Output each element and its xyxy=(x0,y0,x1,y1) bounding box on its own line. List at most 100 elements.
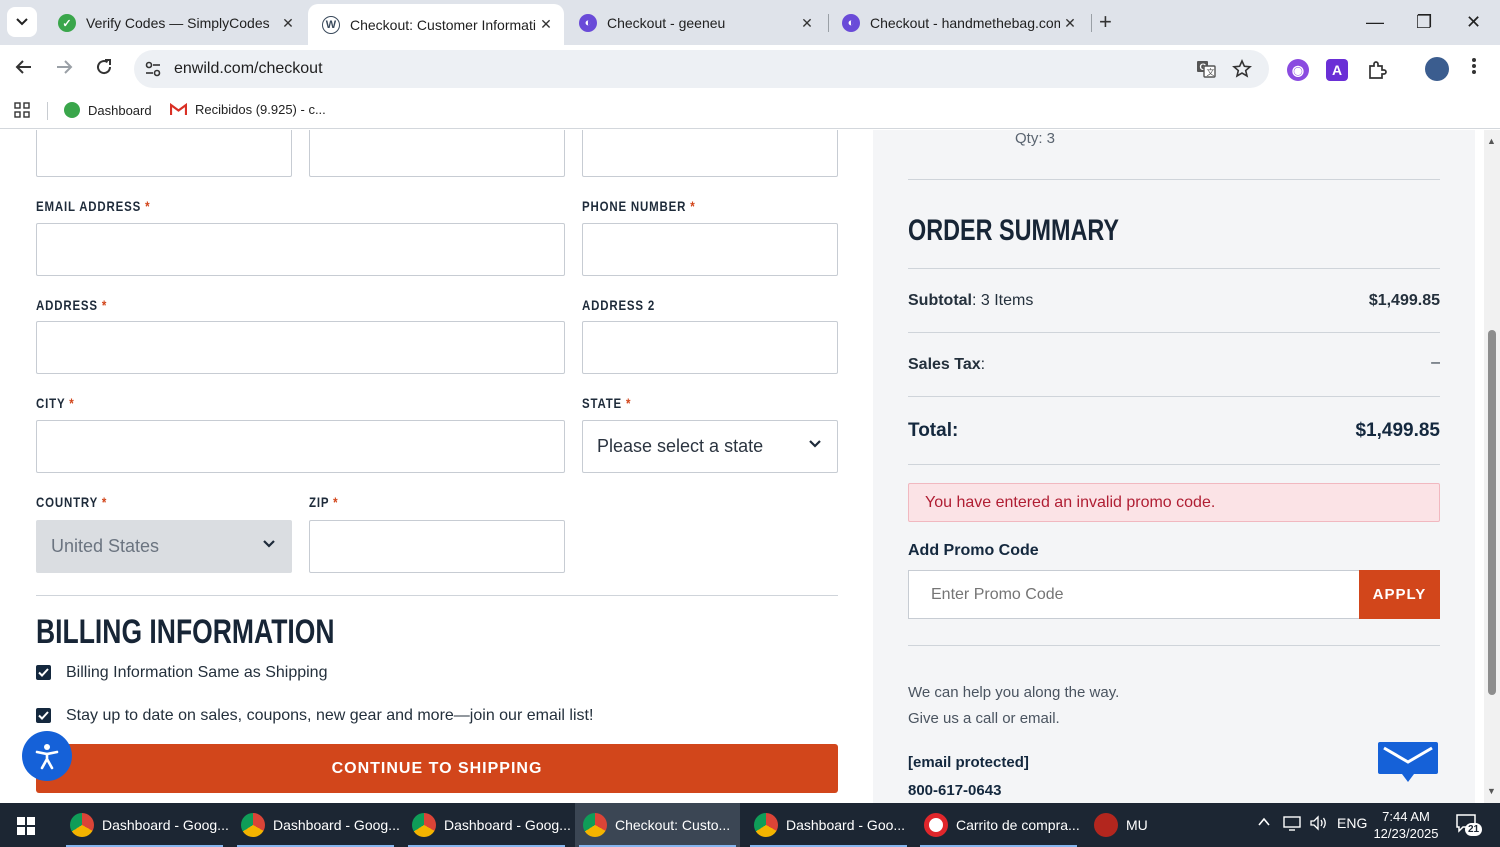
billing-same-label: Billing Information Same as Shipping xyxy=(66,664,328,681)
extension-icon[interactable]: ◉ xyxy=(1287,59,1309,81)
taskbar-item[interactable]: Dashboard - Goog... xyxy=(404,803,571,847)
subtotal-value: $1,499.85 xyxy=(1368,292,1440,309)
taskbar-item-active[interactable]: Checkout: Custo... xyxy=(575,803,740,847)
support-phone-link[interactable]: 800-617-0643 xyxy=(908,782,1001,799)
tab-title: Checkout - geeneu xyxy=(607,15,726,31)
close-icon[interactable]: ✕ xyxy=(1060,15,1080,32)
bookmark-gmail[interactable]: Recibidos (9.925) - c... xyxy=(170,102,326,117)
reload-button[interactable] xyxy=(94,57,114,83)
new-tab-button[interactable]: + xyxy=(1099,10,1112,34)
address-input[interactable] xyxy=(36,321,565,374)
scroll-down-icon[interactable]: ▼ xyxy=(1487,786,1496,796)
checkout-page: EMAIL ADDRESS * PHONE NUMBER * ADDRESS *… xyxy=(0,130,1500,803)
apply-promo-button[interactable]: APPLY xyxy=(1359,570,1440,619)
newsletter-checkbox[interactable] xyxy=(36,708,51,723)
site-settings-icon[interactable] xyxy=(144,60,162,78)
support-email-link[interactable]: [email protected] xyxy=(908,754,1029,771)
taskbar-item[interactable]: Carrito de compra... xyxy=(916,803,1081,847)
continue-to-shipping-button[interactable]: CONTINUE TO SHIPPING xyxy=(36,744,838,793)
state-select[interactable]: Please select a state xyxy=(582,420,838,473)
chrome-icon xyxy=(70,813,94,837)
scroll-up-icon[interactable]: ▲ xyxy=(1487,136,1496,146)
tab-checkout-handmethebag[interactable]: ◐ Checkout - handmethebag.com ✕ xyxy=(828,6,1088,40)
page-scrollbar[interactable]: ▲ ▼ xyxy=(1484,130,1500,803)
arrow-right-icon xyxy=(57,60,73,74)
shop-icon: ◐ xyxy=(579,14,597,32)
close-icon[interactable]: ✕ xyxy=(797,15,817,32)
tab-simplycodes[interactable]: ✓ Verify Codes — SimplyCodes ✕ xyxy=(44,6,306,40)
zip-label: ZIP * xyxy=(309,494,339,510)
country-select[interactable]: United States xyxy=(36,520,292,573)
notification-count-badge: 21 xyxy=(1465,823,1483,836)
zip-input[interactable] xyxy=(309,520,565,573)
chat-message-icon[interactable] xyxy=(1376,740,1440,784)
dashboard-icon xyxy=(64,102,80,118)
notifications-button[interactable]: 21 xyxy=(1455,813,1483,838)
country-select-value: United States xyxy=(51,536,160,556)
clock[interactable]: 7:44 AM 12/23/2025 xyxy=(1370,808,1442,842)
section-divider xyxy=(36,595,838,596)
bookmarks-bar: Dashboard Recibidos (9.925) - c... xyxy=(0,93,1500,129)
billing-title: BILLING INFORMATION xyxy=(36,613,335,651)
close-icon[interactable]: ✕ xyxy=(536,16,556,33)
tab-checkout-enwild[interactable]: W Checkout: Customer Informatio ✕ xyxy=(308,4,564,45)
apps-grid-icon xyxy=(14,102,30,118)
back-button[interactable] xyxy=(14,57,34,83)
first-name-input[interactable] xyxy=(36,130,292,177)
profile-avatar[interactable] xyxy=(1425,57,1449,81)
summary-divider xyxy=(908,268,1440,269)
close-icon[interactable]: ✕ xyxy=(278,15,298,32)
total-value: $1,499.85 xyxy=(1355,420,1440,441)
total-label: Total: xyxy=(908,420,959,441)
promo-code-input[interactable] xyxy=(908,570,1360,619)
accessibility-button[interactable] xyxy=(22,731,72,781)
address2-input[interactable] xyxy=(582,321,838,374)
chevron-down-icon xyxy=(809,440,821,448)
restore-button[interactable]: ❐ xyxy=(1416,10,1432,34)
extensions-puzzle-icon[interactable] xyxy=(1366,59,1388,81)
last-name-input[interactable] xyxy=(309,130,565,177)
tab-checkout-geeneu[interactable]: ◐ Checkout - geeneu ✕ xyxy=(565,6,825,40)
clock-time: 7:44 AM xyxy=(1382,809,1430,824)
item-qty: Qty: 3 xyxy=(1015,130,1056,147)
bookmark-star-icon[interactable] xyxy=(1232,59,1252,84)
browser-toolbar: enwild.com/checkout G文 ◉ A xyxy=(0,45,1500,93)
language-indicator[interactable]: ENG xyxy=(1337,815,1367,831)
tray-chevron-up-icon[interactable] xyxy=(1257,815,1271,832)
browser-menu-button[interactable] xyxy=(1470,56,1478,82)
gmail-icon xyxy=(170,103,187,115)
country-label: COUNTRY * xyxy=(36,494,108,510)
tab-search-button[interactable] xyxy=(7,7,37,37)
network-icon[interactable] xyxy=(1282,815,1302,834)
accessibility-icon xyxy=(35,744,59,770)
apps-button[interactable] xyxy=(14,102,30,118)
email-input[interactable] xyxy=(36,223,565,276)
address-bar[interactable]: enwild.com/checkout G文 xyxy=(134,50,1269,88)
phone-input[interactable] xyxy=(582,223,838,276)
summary-divider xyxy=(908,464,1440,465)
extension-a-icon[interactable]: A xyxy=(1326,59,1348,81)
taskbar-item[interactable]: Dashboard - Goog... xyxy=(233,803,400,847)
volume-icon[interactable] xyxy=(1309,815,1329,834)
simplycodes-icon: ✓ xyxy=(58,14,76,32)
windows-start-icon[interactable] xyxy=(17,817,35,835)
mu-icon xyxy=(1094,813,1118,837)
taskbar-item[interactable]: MU xyxy=(1086,803,1156,847)
forward-button[interactable] xyxy=(54,57,74,83)
bookmark-dashboard[interactable]: Dashboard xyxy=(64,102,152,118)
billing-same-checkbox[interactable] xyxy=(36,665,51,680)
email-label: EMAIL ADDRESS * xyxy=(36,198,151,214)
taskbar-item[interactable]: Dashboard - Goog... xyxy=(62,803,229,847)
scrollbar-thumb[interactable] xyxy=(1488,330,1496,695)
close-window-button[interactable]: ✕ xyxy=(1466,10,1481,34)
svg-text:文: 文 xyxy=(1207,67,1215,77)
company-input[interactable] xyxy=(582,130,838,177)
taskbar-item[interactable]: Dashboard - Goo... xyxy=(746,803,911,847)
minimize-button[interactable]: — xyxy=(1366,10,1384,34)
bookmark-separator xyxy=(47,102,48,120)
help-line-1: We can help you along the way. xyxy=(908,684,1120,701)
translate-icon[interactable]: G文 xyxy=(1196,59,1216,84)
city-input[interactable] xyxy=(36,420,565,473)
tab-title: Checkout - handmethebag.com xyxy=(870,15,1060,31)
promo-label: Add Promo Code xyxy=(908,542,1039,559)
